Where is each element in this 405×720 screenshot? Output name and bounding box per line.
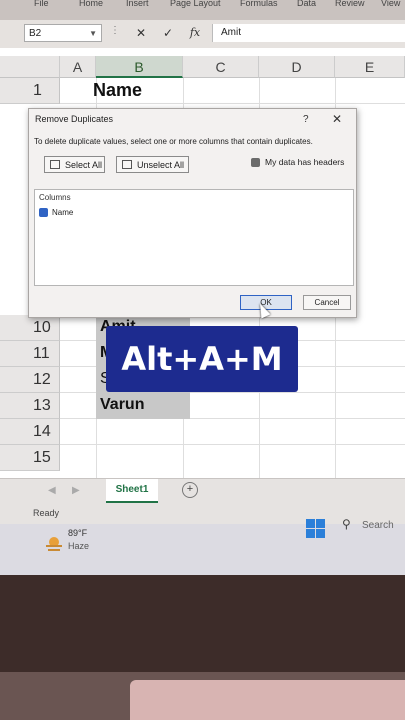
tab-review[interactable]: Review — [335, 0, 365, 8]
tab-file[interactable]: File — [34, 0, 49, 8]
select-all-button[interactable]: Select All — [44, 156, 105, 173]
chevron-down-icon[interactable]: ▼ — [89, 25, 97, 43]
select-all-icon — [50, 160, 60, 169]
name-box[interactable]: B2 ▼ — [24, 24, 102, 42]
tab-page-layout[interactable]: Page Layout — [170, 0, 221, 8]
formula-bar: B2 ▼ ⋮ ✕ ✓ fx Amit — [0, 20, 405, 49]
weather-temperature: 89°F — [68, 528, 88, 538]
help-button[interactable]: ? — [303, 114, 309, 125]
dialog-instruction: To delete duplicate values, select one o… — [34, 137, 313, 146]
cell-b13[interactable]: Varun — [100, 396, 144, 414]
column-name-label: Name — [52, 208, 74, 217]
confirm-entry-button[interactable]: ✓ — [157, 24, 179, 42]
dialog-title: Remove Duplicates — [35, 114, 114, 124]
my-data-has-headers-checkbox[interactable] — [251, 158, 260, 167]
row-header-1[interactable]: 1 — [0, 78, 60, 104]
column-header-a[interactable]: A — [60, 56, 96, 78]
columns-listbox[interactable]: Columns Name — [34, 189, 354, 286]
row-header-11[interactable]: 11 — [0, 341, 60, 367]
status-text: Ready — [33, 508, 60, 518]
sheet-tab-bar: ◀ ▶ Sheet1 + — [0, 478, 405, 505]
select-all-corner[interactable] — [0, 56, 60, 78]
cell-b1[interactable]: Name — [93, 80, 142, 101]
row-header-13[interactable]: 13 — [0, 393, 60, 419]
gridline — [60, 103, 405, 104]
weather-haze-icon[interactable] — [44, 534, 64, 554]
tab-view[interactable]: View — [381, 0, 400, 8]
columns-label: Columns — [39, 193, 71, 202]
tab-formulas[interactable]: Formulas — [240, 0, 278, 8]
row-header-15[interactable]: 15 — [0, 445, 60, 471]
cancel-button[interactable]: Cancel — [303, 295, 351, 310]
desk-object — [130, 680, 405, 720]
row-header-10[interactable]: 10 — [0, 315, 60, 341]
sheet-tab-sheet1[interactable]: Sheet1 — [106, 479, 158, 503]
cancel-entry-button[interactable]: ✕ — [130, 24, 152, 42]
column-header-e[interactable]: E — [335, 56, 405, 78]
column-header-b[interactable]: B — [96, 56, 183, 78]
windows-start-icon[interactable] — [306, 519, 326, 539]
add-sheet-button[interactable]: + — [182, 482, 198, 498]
tab-home[interactable]: Home — [79, 0, 103, 8]
remove-duplicates-dialog: Remove Duplicates ? ✕ To delete duplicat… — [28, 108, 357, 318]
tab-insert[interactable]: Insert — [126, 0, 149, 8]
unselect-all-icon — [122, 160, 132, 169]
close-button[interactable]: ✕ — [332, 112, 342, 126]
column-header-d[interactable]: D — [259, 56, 335, 78]
search-icon[interactable]: ⚲ — [342, 517, 351, 531]
unselect-all-button[interactable]: Unselect All — [116, 156, 189, 173]
name-box-value: B2 — [29, 28, 42, 39]
shortcut-overlay-banner: Alt+A+M — [106, 326, 298, 392]
next-sheet-icon[interactable]: ▶ — [72, 485, 80, 496]
ribbon-tabs: File Home Insert Page Layout Formulas Da… — [0, 0, 405, 20]
formula-input[interactable]: Amit — [212, 24, 405, 42]
select-all-label: Select All — [65, 160, 103, 170]
gridline — [60, 444, 405, 445]
row-header-14[interactable]: 14 — [0, 419, 60, 445]
insert-function-button[interactable]: fx — [184, 24, 206, 42]
more-dots-icon: ⋮ — [110, 25, 120, 36]
column-name-checkbox[interactable] — [39, 208, 48, 217]
weather-condition: Haze — [68, 541, 90, 551]
taskbar-search-label[interactable]: Search — [362, 520, 394, 531]
windows-taskbar: 89°F Haze ⚲ Search — [0, 517, 405, 575]
my-data-has-headers-label: My data has headers — [265, 157, 345, 167]
prev-sheet-icon[interactable]: ◀ — [48, 485, 56, 496]
column-header-c[interactable]: C — [183, 56, 259, 78]
tab-data[interactable]: Data — [297, 0, 316, 8]
unselect-all-label: Unselect All — [137, 160, 185, 170]
row-header-12[interactable]: 12 — [0, 367, 60, 393]
excel-window: File Home Insert Page Layout Formulas Da… — [0, 0, 405, 575]
